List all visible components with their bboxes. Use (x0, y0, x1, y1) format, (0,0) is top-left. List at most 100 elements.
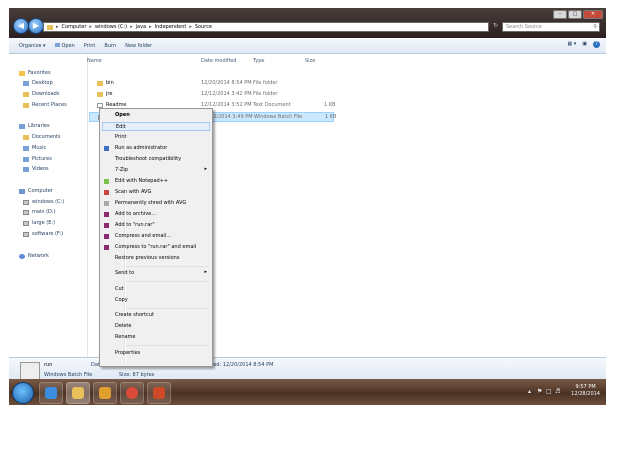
music-icon (23, 145, 29, 151)
search-placeholder: Search Source (506, 24, 542, 30)
menu-item-troubleshoot[interactable]: Troubleshoot compatibility (102, 155, 210, 164)
start-button[interactable] (12, 382, 34, 404)
menu-item-scan-avg[interactable]: Scan with AVG (102, 188, 210, 197)
menu-item-add-archive[interactable]: Add to archive... (102, 210, 210, 219)
caption-buttons: – □ ✕ (553, 10, 603, 19)
nav-label: Videos (32, 166, 49, 172)
taskbar-powerpoint[interactable] (147, 382, 171, 404)
nav-computer[interactable]: Computer (19, 188, 53, 194)
nav-label: Computer (28, 188, 53, 194)
nav-documents[interactable]: Documents (23, 134, 61, 140)
menu-item-send-to[interactable]: Send to ▸ (102, 269, 210, 278)
menu-item-notepadpp[interactable]: Edit with Notepad++ (102, 177, 210, 186)
tray-volume-icon[interactable]: ♬ (555, 388, 560, 395)
breadcrumb-computer[interactable]: Computer (62, 24, 87, 30)
nav-music[interactable]: Music (23, 145, 46, 151)
menu-item-properties[interactable]: Properties (102, 349, 210, 358)
tray-date: 12/28/2014 (571, 391, 600, 397)
taskbar-media-player[interactable] (93, 382, 117, 404)
view-options-icon[interactable]: ▦ ▾ (567, 41, 576, 48)
details-type: Windows Batch File (44, 372, 93, 378)
nav-drive-d[interactable]: main (D:) (23, 209, 56, 215)
tray-flag-icon[interactable]: ⚑ (537, 388, 542, 395)
organize-button[interactable]: Organize ▾ (19, 43, 46, 49)
taskbar-ie[interactable] (39, 382, 63, 404)
column-header-size[interactable]: Size (305, 58, 315, 64)
breadcrumb-independent[interactable]: Independent (155, 24, 187, 30)
menu-item-shred-avg[interactable]: Permanently shred with AVG (102, 199, 210, 208)
menu-item-rename[interactable]: Rename (102, 333, 210, 342)
column-header-date[interactable]: Date modified (201, 58, 236, 64)
tray-show-hidden-icon[interactable]: ▴ (528, 388, 531, 395)
menu-item-add-rar[interactable]: Add to "run.rar" (102, 221, 210, 230)
menu-label: Copy (115, 297, 128, 303)
nav-videos[interactable]: Videos (23, 166, 49, 172)
new-folder-button[interactable]: New folder (125, 43, 152, 49)
nav-favorites[interactable]: Favorites (19, 70, 51, 76)
nav-label: Pictures (32, 156, 52, 162)
nav-downloads[interactable]: Downloads (23, 91, 59, 97)
help-icon[interactable]: ? (593, 41, 600, 48)
nav-drive-c[interactable]: windows (C:) (23, 199, 64, 205)
menu-item-edit[interactable]: Edit (102, 122, 210, 131)
menu-item-compress-rar-email[interactable]: Compress to "run.rar" and email (102, 243, 210, 252)
folder-icon (72, 387, 84, 399)
shield-icon (104, 146, 109, 151)
breadcrumb-source[interactable]: Source (195, 24, 212, 30)
nav-label: Downloads (32, 91, 60, 97)
burn-button[interactable]: Burn (104, 43, 116, 49)
menu-item-create-shortcut[interactable]: Create shortcut (102, 311, 210, 320)
column-header-name[interactable]: Name (87, 58, 102, 64)
nav-label: Favorites (28, 70, 51, 76)
winrar-icon (104, 234, 109, 239)
menu-item-run-as-admin[interactable]: Run as administrator (102, 144, 210, 153)
menu-item-restore[interactable]: Restore previous versions (102, 254, 210, 263)
file-row[interactable]: bin 12/20/2014 8:54 PM File folder (89, 79, 334, 89)
nav-label: software (F:) (32, 231, 64, 237)
close-button[interactable]: ✕ (583, 10, 603, 19)
nav-desktop[interactable]: Desktop (23, 80, 53, 86)
drive-icon (23, 199, 29, 205)
address-bar[interactable]: ▸ Computer ▸ windows (C:) ▸ java ▸ Indep… (43, 22, 489, 32)
computer-icon (19, 188, 25, 194)
column-header-type[interactable]: Type (253, 58, 264, 64)
file-row[interactable]: jre 12/12/2014 3:42 PM File folder (89, 90, 334, 100)
menu-item-print[interactable]: Print (102, 133, 210, 142)
breadcrumb-java[interactable]: java (136, 24, 146, 30)
menu-item-open[interactable]: Open (102, 111, 210, 120)
open-icon (54, 42, 60, 47)
minimize-button[interactable]: – (553, 10, 567, 19)
tray-network-icon[interactable]: □ (546, 388, 552, 395)
nav-recent-places[interactable]: Recent Places (23, 102, 67, 108)
menu-item-7zip[interactable]: 7-Zip ▸ (102, 166, 210, 175)
notepadpp-icon (104, 179, 109, 184)
menu-item-cut[interactable]: Cut (102, 285, 210, 294)
maximize-button[interactable]: □ (568, 10, 582, 19)
menu-item-compress-email[interactable]: Compress and email... (102, 232, 210, 241)
forward-button[interactable]: ▶ (28, 18, 44, 34)
file-type: Windows Batch File (254, 114, 303, 120)
nav-drive-f[interactable]: software (F:) (23, 231, 63, 237)
search-input[interactable]: Search Source ⚲ (502, 22, 600, 32)
nav-pictures[interactable]: Pictures (23, 156, 52, 162)
chrome-icon (126, 387, 138, 399)
libraries-icon (19, 123, 25, 129)
menu-separator (126, 281, 208, 282)
open-button[interactable]: Open (54, 42, 75, 49)
chevron-right-icon: ▸ (89, 24, 92, 30)
print-button[interactable]: Print (84, 43, 96, 49)
back-button[interactable]: ◀ (13, 18, 29, 34)
tray-clock[interactable]: 9:57 PM 12/28/2014 (571, 384, 600, 398)
breadcrumb-drive[interactable]: windows (C:) (95, 24, 127, 30)
taskbar-chrome[interactable] (120, 382, 144, 404)
refresh-icon[interactable]: ↻ (493, 22, 498, 29)
taskbar-explorer[interactable] (66, 382, 90, 404)
preview-pane-icon[interactable]: ▣ (582, 41, 587, 48)
nav-libraries[interactable]: Libraries (19, 123, 50, 129)
menu-item-copy[interactable]: Copy (102, 296, 210, 305)
menu-item-delete[interactable]: Delete (102, 322, 210, 331)
nav-network[interactable]: Network (19, 253, 49, 259)
nav-drive-e[interactable]: large (E:) (23, 220, 55, 226)
menu-label: Add to "run.rar" (115, 222, 155, 228)
menu-separator (126, 345, 208, 346)
